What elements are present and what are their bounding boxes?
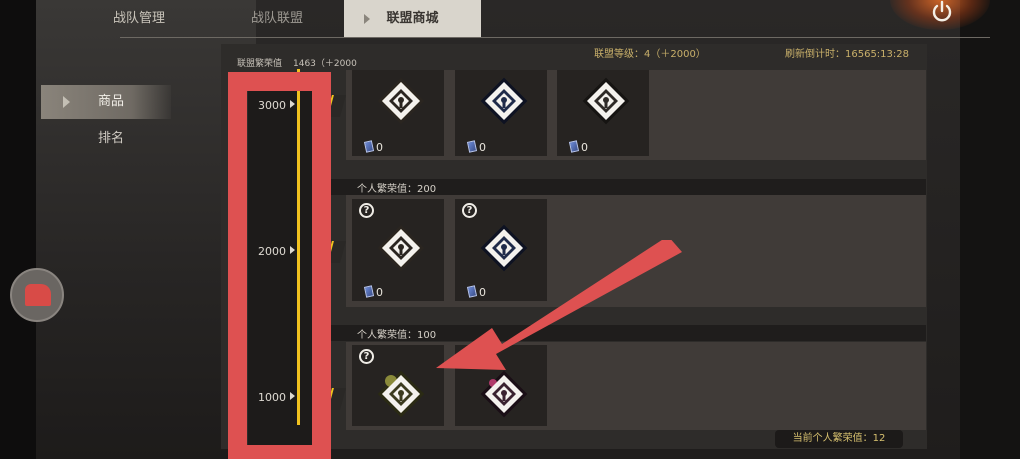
tier-header-label: 个人繁荣值：200 [357,184,437,195]
help-icon[interactable]: ? [359,203,374,218]
tab-indicator-icon [364,14,370,24]
item-cost: 0 [376,286,383,299]
power-icon[interactable] [930,0,954,24]
tab-team-alliance[interactable]: 战队联盟 [212,0,342,37]
selected-indicator-icon [63,96,70,108]
card-currency-icon [363,285,375,298]
lock-emblem-icon [377,370,425,418]
prosperity-label: 联盟繁荣值 [237,59,283,69]
top-tab-bar: 战队管理 战队联盟 联盟商城 [36,0,960,37]
prosperity-value: 1463（＋2000 [293,59,357,69]
tab-label: 战队联盟 [250,11,303,26]
tab-alliance-shop[interactable]: 联盟商城 [344,0,481,37]
tab-label: 战队管理 [112,11,165,26]
tab-label: 联盟商城 [386,11,439,26]
highlight-box [228,72,331,459]
lock-emblem-icon [480,77,528,125]
tab-team-management[interactable]: 战队管理 [84,0,194,37]
left-edge [0,0,36,459]
floating-app-button[interactable] [10,268,64,322]
card-currency-icon [466,140,478,153]
help-icon[interactable]: ? [359,349,374,364]
side-item-goods[interactable]: 商品 [41,85,171,119]
app-logo-icon [25,284,51,306]
current-personal-prosperity: 当前个人繁荣值：12 [775,430,903,448]
lock-emblem-icon [582,77,630,125]
annotation-arrow-icon [436,240,682,370]
item-cost: 0 [581,141,588,154]
lock-emblem-icon [377,224,425,272]
item-cost: 0 [376,141,383,154]
alliance-level: 联盟等级：4（＋2000） [594,49,706,60]
help-icon[interactable]: ? [462,203,477,218]
side-item-label: 排名 [98,131,125,146]
card-currency-icon [363,140,375,153]
shop-item[interactable]: 0 [455,70,547,156]
side-item-ranking[interactable]: 排名 [41,122,171,156]
right-edge [960,0,1020,459]
lock-emblem-icon [377,77,425,125]
side-item-label: 商品 [98,94,125,109]
card-currency-icon [568,140,580,153]
tab-divider [120,37,990,38]
tier-header: 个人繁荣值：200 [330,179,926,195]
refresh-countdown: 刷新倒计时：16565:13:28 [785,49,909,60]
shop-item[interactable]: 0 [352,70,444,156]
item-cost: 0 [479,141,486,154]
shop-item[interactable]: 0 [557,70,649,156]
